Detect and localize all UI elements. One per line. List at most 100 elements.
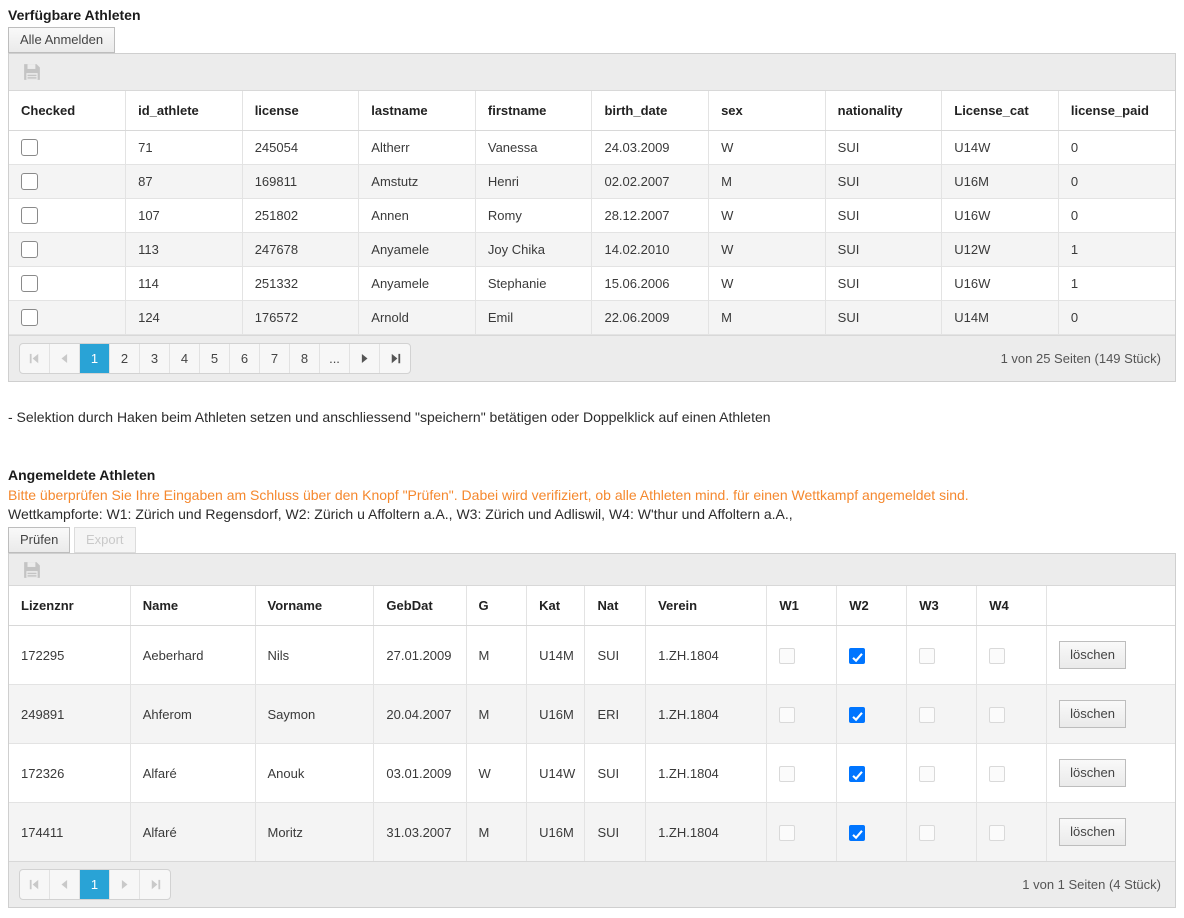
delete-button[interactable]: löschen: [1059, 700, 1126, 728]
checkbox-unchecked[interactable]: [989, 766, 1005, 782]
registered-athlete-row[interactable]: 174411AlfaréMoritz31.03.2007MU16MSUI1.ZH…: [9, 803, 1175, 862]
cell: 71: [126, 131, 243, 165]
registered-athlete-row[interactable]: 172295AeberhardNils27.01.2009MU14MSUI1.Z…: [9, 626, 1175, 685]
checked-cell: [9, 199, 126, 233]
checkbox-unchecked[interactable]: [919, 648, 935, 664]
athlete-row[interactable]: 114251332AnyameleStephanie15.06.2006WSUI…: [9, 267, 1175, 301]
save-icon[interactable]: [23, 561, 41, 579]
athlete-row[interactable]: 107251802AnnenRomy28.12.2007WSUIU16W0: [9, 199, 1175, 233]
more-pages-button[interactable]: ...: [320, 344, 350, 373]
cell: 172295: [9, 626, 130, 685]
delete-button[interactable]: löschen: [1059, 818, 1126, 846]
column-header-lizenznr[interactable]: Lizenznr: [9, 586, 130, 626]
checkbox-unchecked[interactable]: [21, 173, 38, 190]
export-button[interactable]: Export: [74, 527, 136, 553]
column-header-g[interactable]: G: [466, 586, 527, 626]
column-header-verein[interactable]: Verein: [646, 586, 767, 626]
column-header-w2[interactable]: W2: [837, 586, 907, 626]
column-header-firstname[interactable]: firstname: [475, 91, 592, 131]
checkbox-unchecked[interactable]: [779, 825, 795, 841]
checkbox-unchecked[interactable]: [919, 766, 935, 782]
checkbox-unchecked[interactable]: [21, 207, 38, 224]
column-header-birth_date[interactable]: birth_date: [592, 91, 709, 131]
column-header-license[interactable]: license: [242, 91, 359, 131]
w3-cell: [907, 685, 977, 744]
checkbox-checked[interactable]: [849, 825, 865, 841]
page-button-8[interactable]: 8: [290, 344, 320, 373]
checkbox-unchecked[interactable]: [21, 309, 38, 326]
available-table-body: 71245054AltherrVanessa24.03.2009WSUIU14W…: [9, 131, 1175, 335]
page-button-3[interactable]: 3: [140, 344, 170, 373]
column-header-w4[interactable]: W4: [977, 586, 1047, 626]
prev-page-button[interactable]: [50, 344, 80, 373]
cell: Aeberhard: [130, 626, 255, 685]
delete-button[interactable]: löschen: [1059, 641, 1126, 669]
last-page-button[interactable]: [140, 870, 170, 899]
page-button-6[interactable]: 6: [230, 344, 260, 373]
available-pager-info: 1 von 25 Seiten (149 Stück): [1001, 351, 1165, 366]
checkbox-unchecked[interactable]: [21, 241, 38, 258]
checkbox-unchecked[interactable]: [21, 275, 38, 292]
page-button-5[interactable]: 5: [200, 344, 230, 373]
check-button[interactable]: Prüfen: [8, 527, 70, 553]
cell: 31.03.2007: [374, 803, 466, 862]
checkbox-checked[interactable]: [849, 648, 865, 664]
column-header-kat[interactable]: Kat: [527, 586, 585, 626]
checkbox-unchecked[interactable]: [919, 707, 935, 723]
cell: SUI: [825, 233, 942, 267]
registered-athlete-row[interactable]: 172326AlfaréAnouk03.01.2009WU14WSUI1.ZH.…: [9, 744, 1175, 803]
prev-page-button[interactable]: [50, 870, 80, 899]
column-header-sex[interactable]: sex: [709, 91, 826, 131]
column-header-nationality[interactable]: nationality: [825, 91, 942, 131]
column-header-gebdat[interactable]: GebDat: [374, 586, 466, 626]
checkbox-unchecked[interactable]: [21, 139, 38, 156]
checkbox-unchecked[interactable]: [779, 648, 795, 664]
w1-cell: [767, 626, 837, 685]
checked-cell: [9, 233, 126, 267]
athlete-row[interactable]: 113247678AnyameleJoy Chika14.02.2010WSUI…: [9, 233, 1175, 267]
column-header-vorname[interactable]: Vorname: [255, 586, 374, 626]
athlete-row[interactable]: 124176572ArnoldEmil22.06.2009MSUIU14M0: [9, 301, 1175, 335]
column-header-license_paid[interactable]: license_paid: [1058, 91, 1175, 131]
page-button-4[interactable]: 4: [170, 344, 200, 373]
page-button-1[interactable]: 1: [80, 870, 110, 899]
cell: W: [709, 199, 826, 233]
column-header-name[interactable]: Name: [130, 586, 255, 626]
checkbox-checked[interactable]: [849, 707, 865, 723]
checkbox-unchecked[interactable]: [989, 648, 1005, 664]
page-button-7[interactable]: 7: [260, 344, 290, 373]
checkbox-checked[interactable]: [849, 766, 865, 782]
cell: Romy: [475, 199, 592, 233]
column-header-license_cat[interactable]: License_cat: [942, 91, 1059, 131]
column-header-checked[interactable]: Checked: [9, 91, 126, 131]
column-header-w3[interactable]: W3: [907, 586, 977, 626]
column-header-nat[interactable]: Nat: [585, 586, 646, 626]
checkbox-unchecked[interactable]: [779, 707, 795, 723]
column-header-w1[interactable]: W1: [767, 586, 837, 626]
first-page-button[interactable]: [20, 344, 50, 373]
first-page-button[interactable]: [20, 870, 50, 899]
available-grid-toolbar: [9, 54, 1175, 91]
checkbox-unchecked[interactable]: [919, 825, 935, 841]
page-button-2[interactable]: 2: [110, 344, 140, 373]
athlete-row[interactable]: 71245054AltherrVanessa24.03.2009WSUIU14W…: [9, 131, 1175, 165]
page-button-1[interactable]: 1: [80, 344, 110, 373]
checked-cell: [9, 165, 126, 199]
actions-cell: löschen: [1047, 626, 1175, 685]
last-page-button[interactable]: [380, 344, 410, 373]
checkbox-unchecked[interactable]: [779, 766, 795, 782]
register-all-button[interactable]: Alle Anmelden: [8, 27, 115, 53]
column-header-lastname[interactable]: lastname: [359, 91, 476, 131]
column-header-id_athlete[interactable]: id_athlete: [126, 91, 243, 131]
cell: 1.ZH.1804: [646, 744, 767, 803]
checkbox-unchecked[interactable]: [989, 707, 1005, 723]
checkbox-unchecked[interactable]: [989, 825, 1005, 841]
next-page-button[interactable]: [350, 344, 380, 373]
delete-button[interactable]: löschen: [1059, 759, 1126, 787]
athlete-row[interactable]: 87169811AmstutzHenri02.02.2007MSUIU16M0: [9, 165, 1175, 199]
registered-athlete-row[interactable]: 249891AhferomSaymon20.04.2007MU16MERI1.Z…: [9, 685, 1175, 744]
next-page-button[interactable]: [110, 870, 140, 899]
save-icon[interactable]: [23, 63, 41, 81]
column-header-actions[interactable]: [1047, 586, 1175, 626]
cell: 174411: [9, 803, 130, 862]
